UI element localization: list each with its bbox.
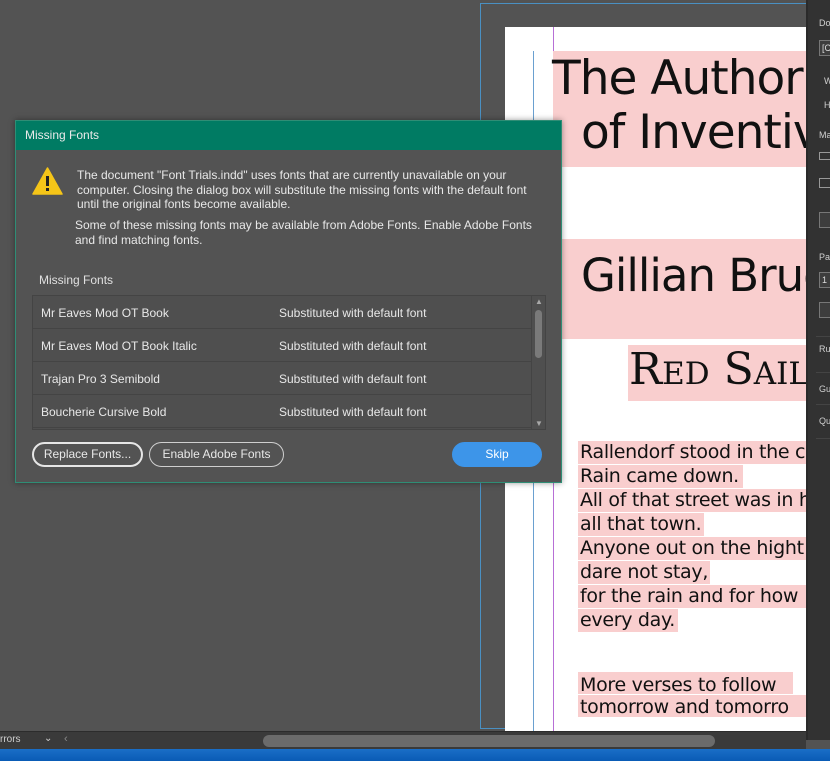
body-line[interactable]: Rain came down.: [580, 464, 739, 488]
dialog-message-secondary: Some of these missing fonts may be avail…: [75, 218, 532, 247]
panel-label-margins: Ma: [819, 130, 830, 140]
verse-line[interactable]: More verses to follow: [580, 674, 777, 696]
horizontal-scrollbar-thumb[interactable]: [263, 735, 715, 747]
font-status: Substituted with default font: [279, 339, 427, 353]
font-row[interactable]: Boucherie Cursive Bold Substituted with …: [33, 395, 545, 428]
font-row[interactable]: Mr Eaves Mod OT Book Italic Substituted …: [33, 329, 545, 362]
page-title-line-1[interactable]: The Author: [552, 51, 804, 107]
font-list-scroll-thumb[interactable]: [535, 310, 542, 358]
os-taskbar: [0, 749, 830, 761]
font-list-scrollbar[interactable]: ▲ ▼: [531, 296, 545, 429]
body-line[interactable]: every day.: [580, 608, 675, 632]
panel-page-field[interactable]: 1: [819, 272, 830, 288]
font-name: Boucherie Cursive Bold: [41, 405, 167, 419]
panel-divider: [816, 404, 830, 405]
errors-label[interactable]: rrors: [0, 734, 21, 745]
missing-fonts-heading: Missing Fonts: [39, 273, 114, 287]
body-line[interactable]: All of that street was in h: [580, 488, 806, 512]
body-line[interactable]: Rallendorf stood in the c: [580, 440, 805, 464]
scroll-left-icon[interactable]: ‹: [64, 733, 68, 745]
panel-label-pages: Pa: [819, 252, 830, 262]
body-line[interactable]: dare not stay,: [580, 560, 708, 584]
missing-fonts-dialog: Missing Fonts The document "Font Trials.…: [15, 120, 562, 483]
missing-fonts-list[interactable]: Mr Eaves Mod OT Book Substituted with de…: [32, 295, 546, 430]
properties-panel[interactable]: Do [C W H Ma Pa 1 Ru Gu Qu: [806, 0, 830, 740]
panel-label-quick-actions: Qu: [819, 416, 830, 426]
font-status: Substituted with default font: [279, 306, 427, 320]
body-line[interactable]: all that town.: [580, 512, 702, 536]
panel-adjust-button[interactable]: [819, 212, 830, 228]
dialog-message-primary: The document "Font Trials.indd" uses fon…: [77, 168, 527, 211]
font-row[interactable]: Mr Eaves Mod OT Book Substituted with de…: [33, 296, 545, 329]
warning-icon: [32, 167, 63, 195]
body-line[interactable]: for the rain and for how: [580, 584, 798, 608]
panel-divider: [816, 438, 830, 439]
panel-page-button[interactable]: [819, 302, 830, 318]
font-row[interactable]: Trajan Pro 3 Semibold Substituted with d…: [33, 362, 545, 395]
page-title-line-2[interactable]: of Inventiv: [581, 105, 806, 161]
scroll-down-icon[interactable]: ▼: [535, 419, 543, 428]
enable-adobe-fonts-button[interactable]: Enable Adobe Fonts: [149, 442, 284, 467]
panel-label-rulers: Ru: [819, 344, 830, 354]
panel-label-document: Do: [819, 18, 830, 28]
scroll-up-icon[interactable]: ▲: [535, 297, 543, 306]
replace-fonts-button[interactable]: Replace Fonts...: [32, 442, 143, 467]
page-book-title[interactable]: Red Sails: [629, 345, 806, 395]
chevron-down-icon[interactable]: ⌄: [44, 733, 52, 744]
font-status: Substituted with default font: [279, 372, 427, 386]
panel-divider: [816, 336, 830, 337]
page-author[interactable]: Gillian Brue: [581, 251, 806, 301]
verse-line[interactable]: tomorrow and tomorro: [580, 696, 789, 718]
skip-button[interactable]: Skip: [452, 442, 542, 467]
status-bar: rrors ⌄ ‹: [0, 731, 806, 749]
panel-label-width: W: [824, 76, 830, 86]
font-name: Trajan Pro 3 Semibold: [41, 372, 160, 386]
panel-divider: [816, 372, 830, 373]
font-name: Mr Eaves Mod OT Book: [41, 306, 169, 320]
panel-label-height: H: [824, 100, 830, 110]
dialog-title[interactable]: Missing Fonts: [16, 121, 561, 150]
panel-orientation-portrait[interactable]: [819, 152, 830, 160]
panel-label-guides: Gu: [819, 384, 830, 394]
panel-preset-dropdown[interactable]: [C: [819, 40, 830, 56]
font-name: Mr Eaves Mod OT Book Italic: [41, 339, 197, 353]
font-status: Substituted with default font: [279, 405, 427, 419]
panel-orientation-landscape[interactable]: [819, 178, 830, 188]
body-line[interactable]: Anyone out on the hight: [580, 536, 804, 560]
